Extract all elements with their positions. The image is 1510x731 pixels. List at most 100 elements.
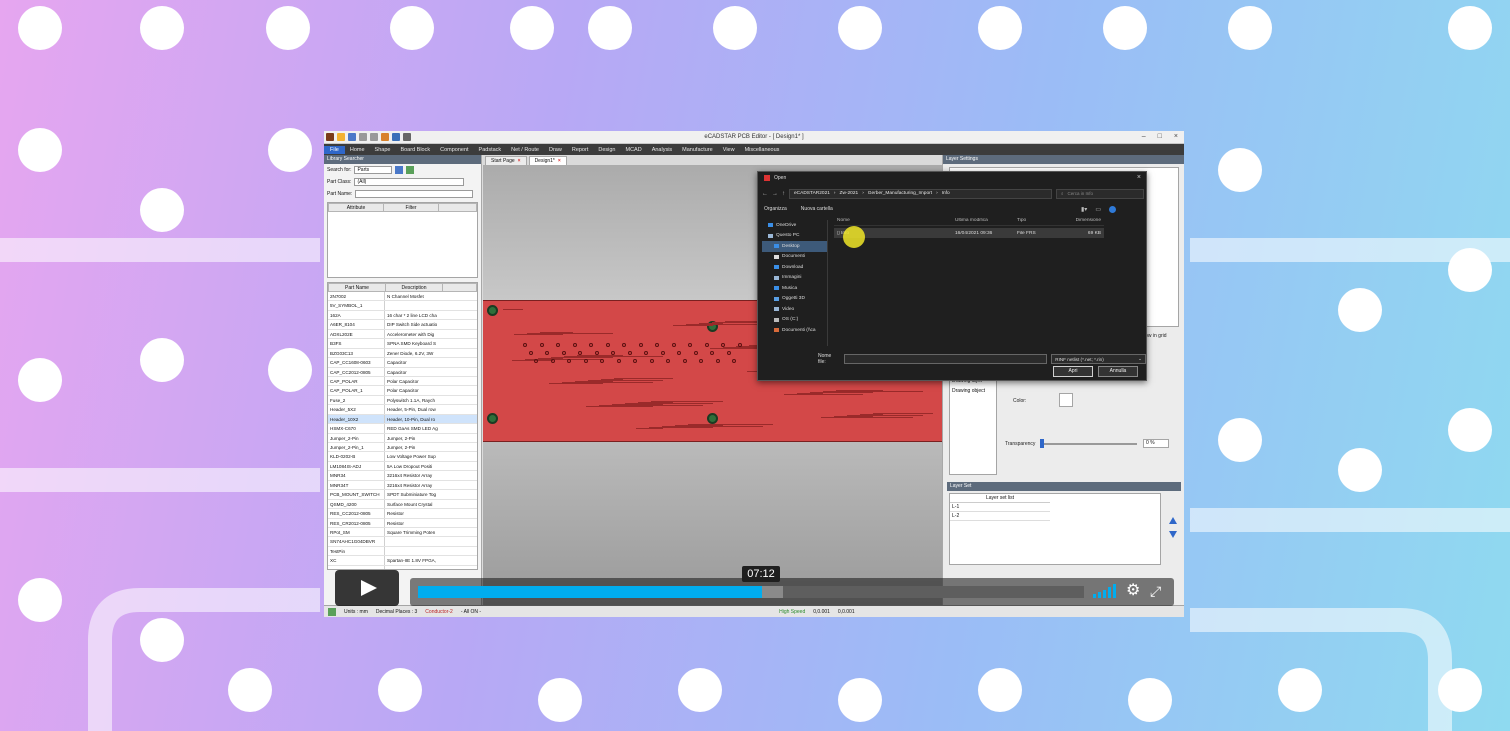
menu-item-draw[interactable]: Draw bbox=[544, 147, 567, 153]
menu-item-mcad[interactable]: MCAD bbox=[620, 147, 646, 153]
column-header[interactable]: Dimensione bbox=[1068, 218, 1104, 223]
table-row[interactable]: Header_5X2 Header, 5-Pin, Dual row bbox=[328, 405, 477, 415]
play-button[interactable] bbox=[335, 570, 399, 606]
column-header[interactable]: Nome bbox=[834, 218, 952, 223]
tab-start-page[interactable]: Start Page × bbox=[485, 156, 527, 165]
add-icon[interactable] bbox=[406, 166, 415, 174]
nav-item-musica[interactable]: Musica bbox=[762, 283, 827, 294]
table-row[interactable]: CAP_CC2012-0805 Capacitor bbox=[328, 367, 477, 377]
video-player[interactable]: eCADSTAR PCB Editor - [ Design1* ] – □ ×… bbox=[324, 131, 1184, 617]
minimize-icon[interactable]: – bbox=[1142, 133, 1146, 140]
nav-item-questo-pc[interactable]: Questo PC bbox=[762, 231, 827, 242]
nav-item-video[interactable]: Video bbox=[762, 304, 827, 315]
open-button[interactable]: Apri bbox=[1053, 366, 1093, 377]
nav-item-download[interactable]: Download bbox=[762, 262, 827, 273]
table-row[interactable]: CAP_POLAR_1 Polar Capacitor bbox=[328, 386, 477, 396]
table-row[interactable]: RES_CC2012-0805 Resistor bbox=[328, 509, 477, 519]
maximize-icon[interactable]: □ bbox=[1158, 133, 1162, 140]
nav-item-immagini[interactable]: Immagini bbox=[762, 273, 827, 284]
menu-item-shape[interactable]: Shape bbox=[370, 147, 396, 153]
table-row[interactable]: MNR34 3216x4 Resistor Array bbox=[328, 471, 477, 481]
menu-item-component[interactable]: Component bbox=[435, 147, 473, 153]
address-bar[interactable]: eCADSTAR2021 › Zw-2021 › Gerber_Manufacturin… bbox=[789, 188, 1052, 199]
table-row[interactable]: A6ER_8104 DIP Switch Side actuatio bbox=[328, 320, 477, 330]
menu-item-design[interactable]: Design bbox=[593, 147, 620, 153]
move-up-icon[interactable] bbox=[1169, 517, 1177, 524]
grid-y-input[interactable]: 0,0.001 bbox=[838, 609, 855, 615]
breadcrumb-item[interactable]: Gerber_Manufacturing_Import bbox=[868, 191, 932, 196]
table-row[interactable]: 5V_SYMBOL_1 bbox=[328, 301, 477, 311]
file-type-select[interactable]: RINF netlist (*.net; *.rin) ⌄ bbox=[1051, 354, 1146, 364]
menu-item-board-block[interactable]: Board Block bbox=[395, 147, 435, 153]
preview-pane-icon[interactable]: ▭ bbox=[1095, 206, 1101, 213]
nav-item-onedrive[interactable]: OneDrive bbox=[762, 220, 827, 231]
menu-item-report[interactable]: Report bbox=[567, 147, 594, 153]
settings-gear-icon[interactable]: ⚙ bbox=[1126, 582, 1140, 600]
transparency-slider[interactable] bbox=[1041, 443, 1137, 445]
layer-visibility-select[interactable]: - All ON - bbox=[461, 609, 481, 615]
column-header[interactable]: Ultima modifica bbox=[952, 218, 1014, 223]
layer-set-item[interactable]: L-1 bbox=[950, 503, 1050, 512]
filename-input[interactable] bbox=[844, 354, 1048, 364]
tab-close-icon[interactable]: × bbox=[558, 158, 561, 164]
layer-set-item[interactable]: L-2 bbox=[950, 512, 1050, 521]
nav-item-documenti-ca[interactable]: Documenti (\\ca bbox=[762, 325, 827, 336]
up-arrow-icon[interactable]: ↑ bbox=[782, 191, 785, 197]
move-down-icon[interactable] bbox=[1169, 531, 1177, 538]
active-layer-select[interactable]: Conductor-2 bbox=[425, 609, 453, 615]
dialog-search-input[interactable]: ⌕ Cerca in Info bbox=[1056, 188, 1144, 199]
menu-item-home[interactable]: Home bbox=[345, 147, 370, 153]
color-swatch[interactable] bbox=[1059, 393, 1073, 407]
menu-item-analysis[interactable]: Analysis bbox=[647, 147, 677, 153]
table-row[interactable]: B3FS SPNA SMD Keyboard S bbox=[328, 339, 477, 349]
menu-item-view[interactable]: View bbox=[718, 147, 740, 153]
nav-item-documenti[interactable]: Documenti bbox=[762, 252, 827, 263]
drawing-object-item[interactable]: Drawing object bbox=[950, 386, 996, 396]
help-icon[interactable] bbox=[1109, 206, 1116, 213]
search-icon[interactable] bbox=[395, 166, 404, 174]
table-row[interactable]: CAP_POLAR Polar Capacitor bbox=[328, 376, 477, 387]
decimal-places-select[interactable]: Decimal Places : 3 bbox=[376, 609, 417, 615]
table-row[interactable]: XC Spartan-IIE 1.8V FPGA, bbox=[328, 556, 477, 566]
breadcrumb-item[interactable]: Zw-2021 bbox=[840, 191, 859, 196]
table-row[interactable]: TestPin bbox=[328, 546, 477, 557]
tab-design1-[interactable]: Design1* × bbox=[528, 156, 567, 165]
part-name-input[interactable] bbox=[355, 190, 474, 198]
volume-icon[interactable] bbox=[1093, 584, 1116, 598]
table-row[interactable]: MNR34T 3216x4 Resistor Array bbox=[328, 480, 477, 491]
table-row[interactable]: Jumper_2-Pin_1 Jumper, 2-Pin bbox=[328, 443, 477, 453]
breadcrumb-item[interactable]: eCADSTAR2021 bbox=[794, 191, 830, 196]
menu-item-manufacture[interactable]: Manufacture bbox=[677, 147, 718, 153]
file-row[interactable]: ▯ Info16/04/2021 09:36File FRS69 KB bbox=[834, 228, 1104, 238]
video-progress-bar[interactable] bbox=[418, 586, 1084, 598]
table-row[interactable]: HSMX-C670 RED GaAs SMD LED Ag bbox=[328, 424, 477, 434]
column-header[interactable]: Tipo bbox=[1014, 218, 1068, 223]
table-row[interactable]: PCB_MOUNT_SWITCH SPDT Subminiature Tog bbox=[328, 490, 477, 500]
new-folder-button[interactable]: Nuova cartella bbox=[801, 206, 833, 212]
menu-item-padstack[interactable]: Padstack bbox=[474, 147, 507, 153]
table-row[interactable]: 162A 16 char * 2 line LCD cha bbox=[328, 310, 477, 321]
table-row[interactable]: ADXL202E Accelerometer with Dig bbox=[328, 329, 477, 340]
nav-item-os-c-[interactable]: OS (C:) bbox=[762, 315, 827, 326]
grid-x-input[interactable]: 0,0.001 bbox=[813, 609, 830, 615]
dialog-close-icon[interactable]: × bbox=[1137, 174, 1141, 181]
nav-item-oggetti-3d[interactable]: Oggetti 3D bbox=[762, 294, 827, 305]
menu-item-net-route[interactable]: Net / Route bbox=[506, 147, 544, 153]
table-row[interactable]: Jumper_2-Pin Jumper, 2-Pin bbox=[328, 433, 477, 443]
tab-close-icon[interactable]: × bbox=[518, 158, 521, 164]
units-select[interactable]: Units : mm bbox=[344, 609, 368, 615]
nav-item-desktop[interactable]: Desktop bbox=[762, 241, 827, 252]
menu-item-file[interactable]: File bbox=[324, 145, 345, 154]
transparency-slider-thumb[interactable] bbox=[1040, 439, 1044, 448]
close-icon[interactable]: × bbox=[1174, 133, 1178, 140]
fullscreen-icon[interactable]: ⤢ bbox=[1150, 582, 1161, 600]
table-row[interactable]: CAP_CC1608-0603 Capacitor bbox=[328, 358, 477, 368]
breadcrumb-item[interactable]: Info bbox=[942, 191, 950, 196]
cancel-button[interactable]: Annulla bbox=[1098, 366, 1138, 377]
table-row[interactable]: 2N7002 N Channel Mosfet bbox=[328, 292, 477, 302]
table-row[interactable]: QSMD_4200 Surface Mount Crystal bbox=[328, 499, 477, 510]
table-row[interactable]: Header_10X2 Header, 10-Pin, Dual ro bbox=[328, 414, 477, 425]
table-row[interactable]: KLD-0202-B Low Voltage Power Sup bbox=[328, 452, 477, 462]
search-for-select[interactable]: Parts bbox=[354, 166, 393, 174]
table-row[interactable]: RPot_SM Square Trimming Poten bbox=[328, 527, 477, 538]
